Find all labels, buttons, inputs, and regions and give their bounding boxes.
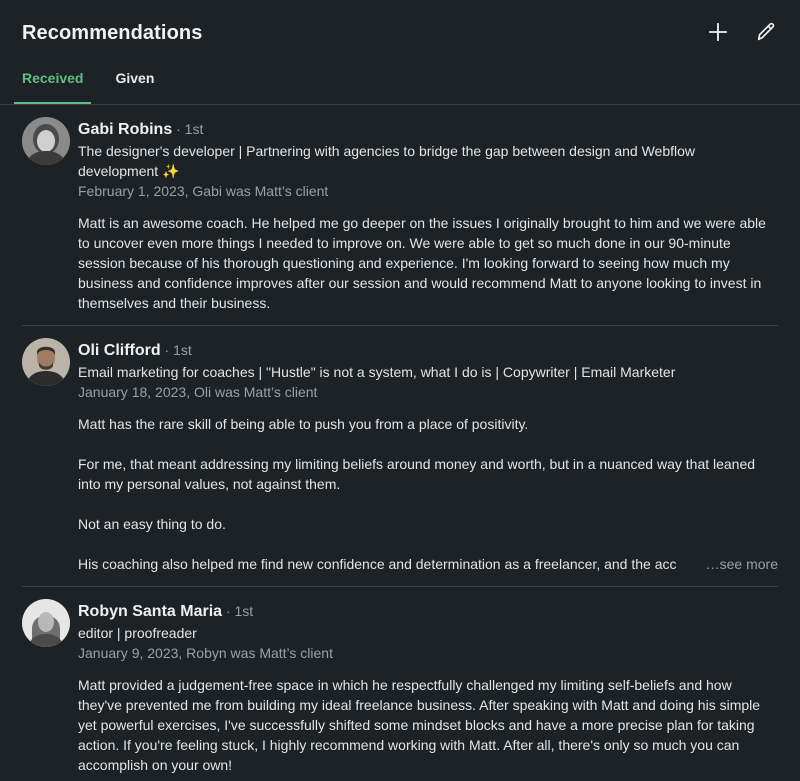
avatar-image: [22, 117, 70, 165]
plus-icon: [708, 22, 728, 42]
panel-title: Recommendations: [22, 22, 203, 44]
recommendation-text: Matt provided a judgement-free space in …: [78, 675, 778, 781]
recommendation-meta: February 1, 2023, Gabi was Matt’s client: [78, 183, 329, 199]
recommendation-text: Matt is an awesome coach. He helped me g…: [78, 213, 778, 325]
recommendation-paragraph: Matt provided a judgement-free space in …: [78, 677, 761, 773]
headline-line: development ✨: [78, 163, 180, 179]
recommender-name[interactable]: Robyn Santa Maria: [78, 603, 222, 620]
recommendation-tabs: Received Given: [14, 58, 162, 104]
recommender-headline: Email marketing for coaches | "Hustle" i…: [78, 364, 676, 380]
tab-received[interactable]: Received: [14, 58, 92, 104]
see-more-link[interactable]: …see more: [706, 554, 778, 574]
connection-degree: · 1st: [160, 342, 192, 358]
headline-line: The designer's developer | Partnering wi…: [78, 143, 695, 159]
recommendation-text: Matt has the rare skill of being able to…: [78, 414, 778, 586]
recommender-name[interactable]: Oli Clifford: [78, 342, 161, 359]
avatar-image: [22, 599, 70, 647]
recommendation-paragraph: For me, that meant addressing my limitin…: [78, 456, 756, 492]
panel-header: Recommendations: [22, 20, 778, 50]
pencil-icon: [757, 22, 775, 41]
recommendation-meta: January 9, 2023, Robyn was Matt’s client: [78, 645, 333, 661]
edit-recommendations-button[interactable]: [754, 20, 778, 44]
recommender-name[interactable]: Gabi Robins: [78, 121, 172, 138]
recommender-headline: The designer's developer | Partnering wi…: [78, 141, 778, 181]
avatar[interactable]: [22, 599, 70, 647]
recommender-headline: editor | proofreader: [78, 625, 197, 641]
recommendation-paragraph: Not an easy thing to do.: [78, 516, 226, 532]
recommendation-item: Oli Clifford · 1st Email marketing for c…: [22, 325, 778, 586]
recommendations-panel: Recommendations Received Given Gabi Robi…: [0, 0, 800, 781]
recommendation-paragraph: His coaching also helped me find new con…: [78, 554, 778, 574]
add-recommendation-button[interactable]: [706, 20, 730, 44]
connection-degree: · 1st: [222, 603, 254, 619]
recommendation-paragraph: Matt is an awesome coach. He helped me g…: [78, 215, 766, 311]
recommendation-list: Gabi Robins · 1st The designer's develop…: [0, 105, 800, 781]
recommendation-paragraph: Matt has the rare skill of being able to…: [78, 416, 529, 432]
tab-given[interactable]: Given: [107, 58, 162, 104]
avatar[interactable]: [22, 117, 70, 165]
recommendation-item: Gabi Robins · 1st The designer's develop…: [0, 105, 800, 325]
avatar-image: [22, 338, 70, 386]
truncated-text: His coaching also helped me find new con…: [78, 556, 677, 572]
recommendation-item: Robyn Santa Maria · 1st editor | proofre…: [22, 586, 778, 781]
avatar[interactable]: [22, 338, 70, 386]
header-actions: [706, 20, 778, 44]
recommendation-meta: January 18, 2023, Oli was Matt’s client: [78, 384, 318, 400]
connection-degree: · 1st: [172, 121, 204, 137]
